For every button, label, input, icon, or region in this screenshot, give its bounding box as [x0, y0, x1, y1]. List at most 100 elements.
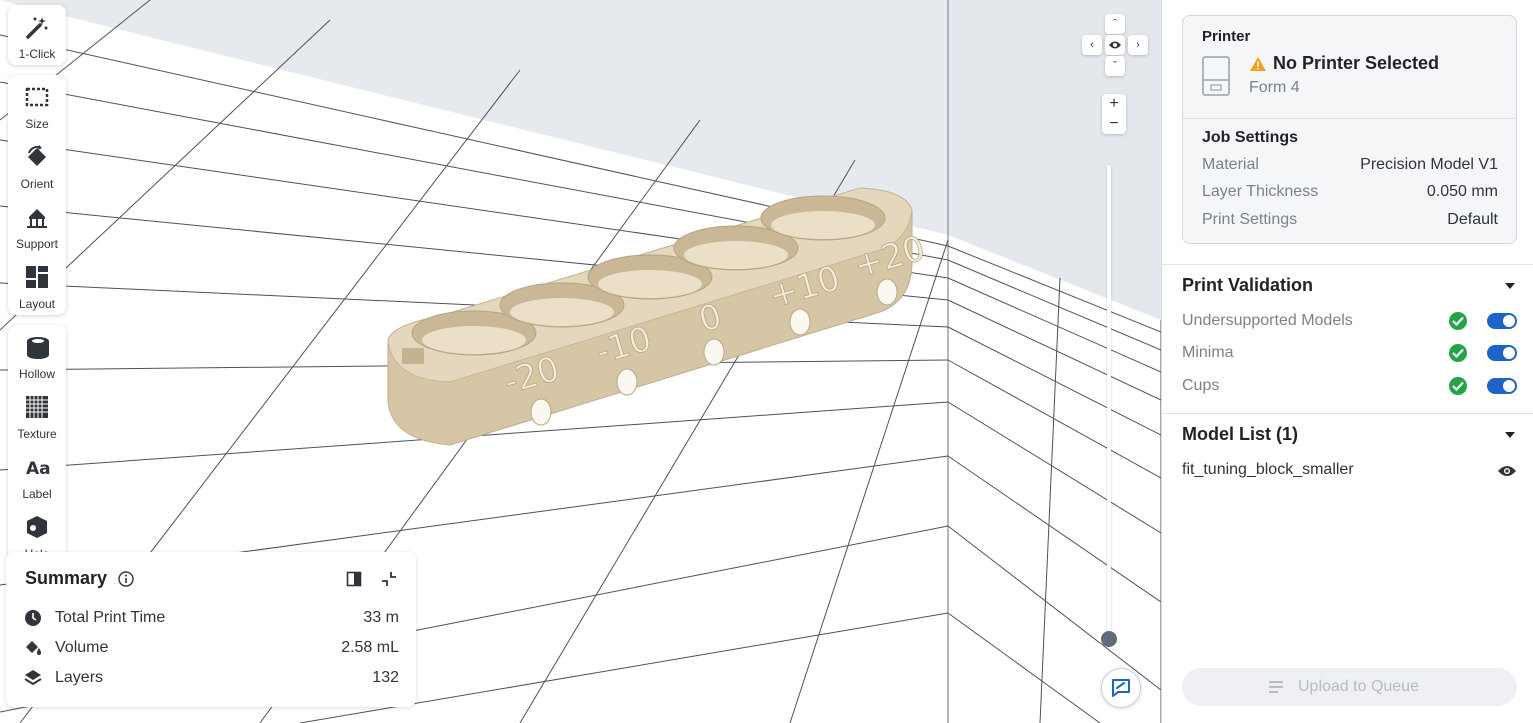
camera-up-button[interactable]: ˆ	[1105, 14, 1125, 34]
print-settings-label: Print Settings	[1202, 211, 1298, 228]
printer-status: No Printer Selected	[1273, 53, 1440, 73]
print-settings-value: Default	[1447, 211, 1498, 228]
zoom-controls: + −	[1102, 94, 1126, 134]
layers-icon	[24, 670, 42, 686]
feedback-chat-icon	[1112, 679, 1130, 697]
camera-right-button[interactable]: ›	[1128, 35, 1148, 55]
text-label-icon: Aa	[26, 459, 51, 479]
size-tool[interactable]: Size	[8, 75, 66, 135]
summary-title: Summary	[25, 568, 108, 588]
support-icon	[27, 209, 47, 228]
warning-icon	[1250, 57, 1266, 71]
material-value: Precision Model V1	[1360, 156, 1498, 173]
validation-row-cups: Cups	[1182, 373, 1517, 399]
support-label: Support	[15, 237, 59, 251]
print-validation-caret-icon[interactable]	[1505, 283, 1515, 289]
upload-button-label: Upload to Queue	[1298, 678, 1419, 695]
validation-minima-label: Minima	[1182, 344, 1234, 361]
print-time-value: 33 m	[363, 609, 399, 626]
orient-label: Orient	[20, 177, 54, 191]
model-name: fit_tuning_block_smaller	[1182, 461, 1354, 478]
texture-icon	[26, 396, 48, 418]
model-notch	[402, 348, 424, 364]
model-list-title: Model List (1)	[1182, 424, 1298, 444]
volume-value: 2.58 mL	[341, 639, 399, 656]
hollow-label: Hollow	[18, 367, 55, 381]
zoom-out-button[interactable]: −	[1102, 114, 1126, 134]
queue-list-icon	[1269, 681, 1283, 693]
divider	[1162, 413, 1533, 414]
eye-icon	[1109, 41, 1121, 49]
chevron-down-icon: ˇ	[1113, 60, 1117, 72]
viewport-3d[interactable]: -20 -10 0 +10 +20 1-Click Size Orient Su…	[0, 0, 1161, 723]
model-list-caret-icon[interactable]	[1505, 432, 1515, 438]
label-tool[interactable]: Aa Label	[8, 445, 66, 505]
printer-card[interactable]: Printer No Printer Selected Form 4 Job S…	[1182, 15, 1517, 244]
eye-icon[interactable]	[1497, 464, 1517, 478]
volume-drop-icon	[26, 641, 41, 655]
hole-cube-icon	[27, 516, 47, 538]
orient-tool[interactable]: Orient	[8, 135, 66, 195]
summary-panel: Summary Total Print Time 33 m Volume 2.5…	[6, 552, 416, 707]
minima-toggle[interactable]	[1487, 345, 1517, 361]
size-label: Size	[25, 117, 49, 131]
print-validation-title: Print Validation	[1182, 275, 1314, 295]
layout-tool[interactable]: Layout	[8, 255, 66, 315]
check-circle-icon	[1449, 344, 1467, 362]
summary-row-layers: Layers 132	[24, 666, 399, 690]
chevron-up-icon: ˆ	[1113, 18, 1117, 30]
upload-to-queue-button[interactable]: Upload to Queue	[1182, 668, 1517, 706]
svg-text:Aa: Aa	[26, 459, 51, 479]
one-click-tool[interactable]: 1-Click	[8, 5, 66, 65]
validation-cups-label: Cups	[1182, 377, 1220, 394]
check-circle-icon	[1449, 312, 1467, 330]
summary-row-print-time: Total Print Time 33 m	[24, 606, 399, 630]
printer-card-divider	[1183, 118, 1516, 119]
zoom-in-button[interactable]: +	[1102, 94, 1126, 114]
volume-label: Volume	[55, 639, 109, 656]
summary-row-volume: Volume 2.58 mL	[24, 636, 399, 660]
chevron-left-icon: ‹	[1090, 39, 1094, 51]
toolbar-group-setup: Size Orient Support Layout	[8, 75, 66, 315]
magic-wand-icon	[26, 17, 48, 39]
orient-icon	[28, 145, 46, 166]
support-tool[interactable]: Support	[8, 195, 66, 255]
print-time-label: Total Print Time	[55, 609, 166, 626]
check-circle-icon	[1449, 377, 1467, 395]
layer-slider-thumb[interactable]	[1101, 631, 1117, 647]
feedback-button[interactable]	[1101, 668, 1141, 708]
toolbar-group-modify: Hollow Texture Aa Label	[8, 325, 66, 565]
label-label: Label	[22, 487, 52, 501]
camera-left-button[interactable]: ‹	[1082, 35, 1102, 55]
layer-slider-track[interactable]	[1107, 165, 1111, 637]
camera-nav-pad: ˆ ‹ › ˇ	[1080, 14, 1150, 76]
model-list-item[interactable]: fit_tuning_block_smaller	[1182, 458, 1517, 482]
printer-model: Form 4	[1249, 79, 1300, 96]
camera-down-button[interactable]: ˇ	[1105, 56, 1125, 76]
hollow-cylinder-icon	[27, 337, 49, 359]
layer-thickness-value: 0.050 mm	[1426, 183, 1498, 200]
resize-icon	[25, 87, 49, 107]
validation-row-minima: Minima	[1182, 340, 1517, 366]
layers-label: Layers	[55, 669, 104, 686]
hollow-tool[interactable]: Hollow	[8, 325, 66, 385]
validation-undersupported-label: Undersupported Models	[1182, 312, 1353, 329]
texture-tool[interactable]: Texture	[8, 385, 66, 445]
collapse-icon[interactable]	[380, 570, 398, 588]
material-label: Material	[1202, 156, 1259, 173]
undersupported-toggle[interactable]	[1487, 313, 1517, 329]
clock-icon	[25, 610, 41, 626]
layer-thickness-label: Layer Thickness	[1202, 183, 1319, 200]
texture-label: Texture	[17, 427, 57, 441]
layers-value: 132	[372, 669, 399, 686]
job-settings-title: Job Settings	[1202, 129, 1299, 146]
panel-dock-icon[interactable]	[346, 571, 362, 587]
divider	[1162, 264, 1533, 265]
info-icon[interactable]	[118, 571, 134, 587]
validation-row-undersupported: Undersupported Models	[1182, 308, 1517, 334]
one-click-label: 1-Click	[18, 47, 56, 61]
camera-home-button[interactable]	[1105, 35, 1125, 55]
chevron-right-icon: ›	[1136, 39, 1140, 51]
cups-toggle[interactable]	[1487, 378, 1517, 394]
toolbar-group-oneclick: 1-Click	[8, 5, 66, 65]
